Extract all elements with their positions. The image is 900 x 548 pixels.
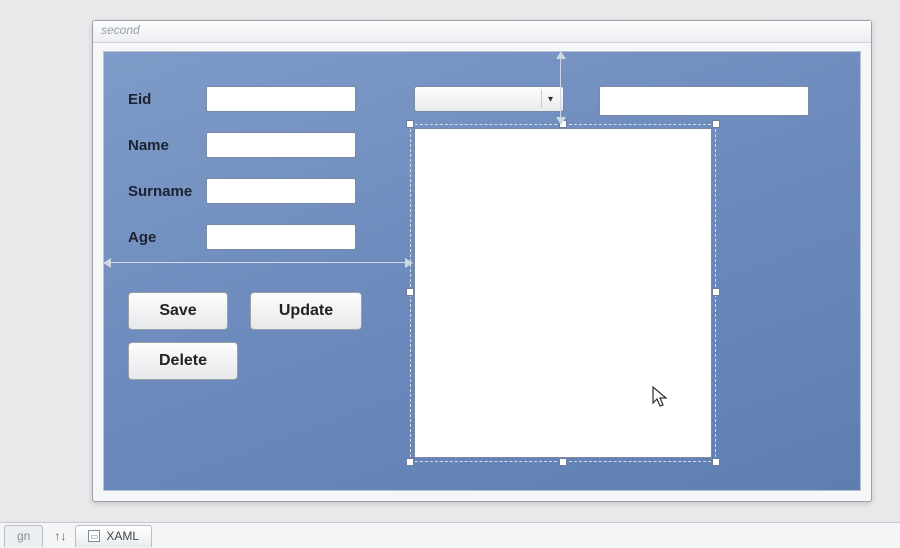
window-frame: second Eid Name Surname Age Save Upda [92, 20, 872, 502]
surname-label: Surname [128, 183, 206, 200]
designer-tabstrip: gn ↑↓ ▭ XAML [0, 522, 900, 548]
name-label: Name [128, 137, 206, 154]
tab-design-label: gn [17, 529, 30, 543]
name-input[interactable] [206, 132, 356, 158]
window-titlebar: second [93, 21, 871, 43]
resize-handle-br[interactable] [712, 458, 720, 466]
tab-design[interactable]: gn [4, 525, 43, 547]
update-button[interactable]: Update [250, 292, 362, 330]
resize-handle-bl[interactable] [406, 458, 414, 466]
content-panel[interactable] [414, 128, 712, 458]
resize-handle-mr[interactable] [712, 288, 720, 296]
form-row-age: Age [128, 224, 356, 250]
design-surface: second Eid Name Surname Age Save Upda [0, 0, 900, 518]
form-row-eid: Eid [128, 86, 356, 112]
window-title: second [101, 23, 140, 37]
combo-box[interactable]: ▾ [414, 86, 564, 112]
resize-handle-tr[interactable] [712, 120, 720, 128]
tab-xaml[interactable]: ▭ XAML [75, 525, 152, 547]
eid-input[interactable] [206, 86, 356, 112]
window-client-area: Eid Name Surname Age Save Update Delete [103, 51, 861, 491]
alignment-guide-horizontal [104, 262, 412, 263]
delete-button[interactable]: Delete [128, 342, 238, 380]
surname-input[interactable] [206, 178, 356, 204]
age-input[interactable] [206, 224, 356, 250]
save-button[interactable]: Save [128, 292, 228, 330]
swap-panes-icon[interactable]: ↑↓ [49, 525, 71, 547]
resize-handle-bm[interactable] [559, 458, 567, 466]
resize-handle-ml[interactable] [406, 288, 414, 296]
form-row-name: Name [128, 132, 356, 158]
age-label: Age [128, 229, 206, 246]
eid-label: Eid [128, 91, 206, 108]
tab-xaml-label: XAML [106, 529, 139, 543]
form-row-surname: Surname [128, 178, 356, 204]
resize-handle-tm[interactable] [559, 120, 567, 128]
xaml-icon: ▭ [88, 530, 100, 542]
chevron-down-icon: ▾ [541, 90, 559, 108]
resize-handle-tl[interactable] [406, 120, 414, 128]
right-textbox[interactable] [599, 86, 809, 116]
